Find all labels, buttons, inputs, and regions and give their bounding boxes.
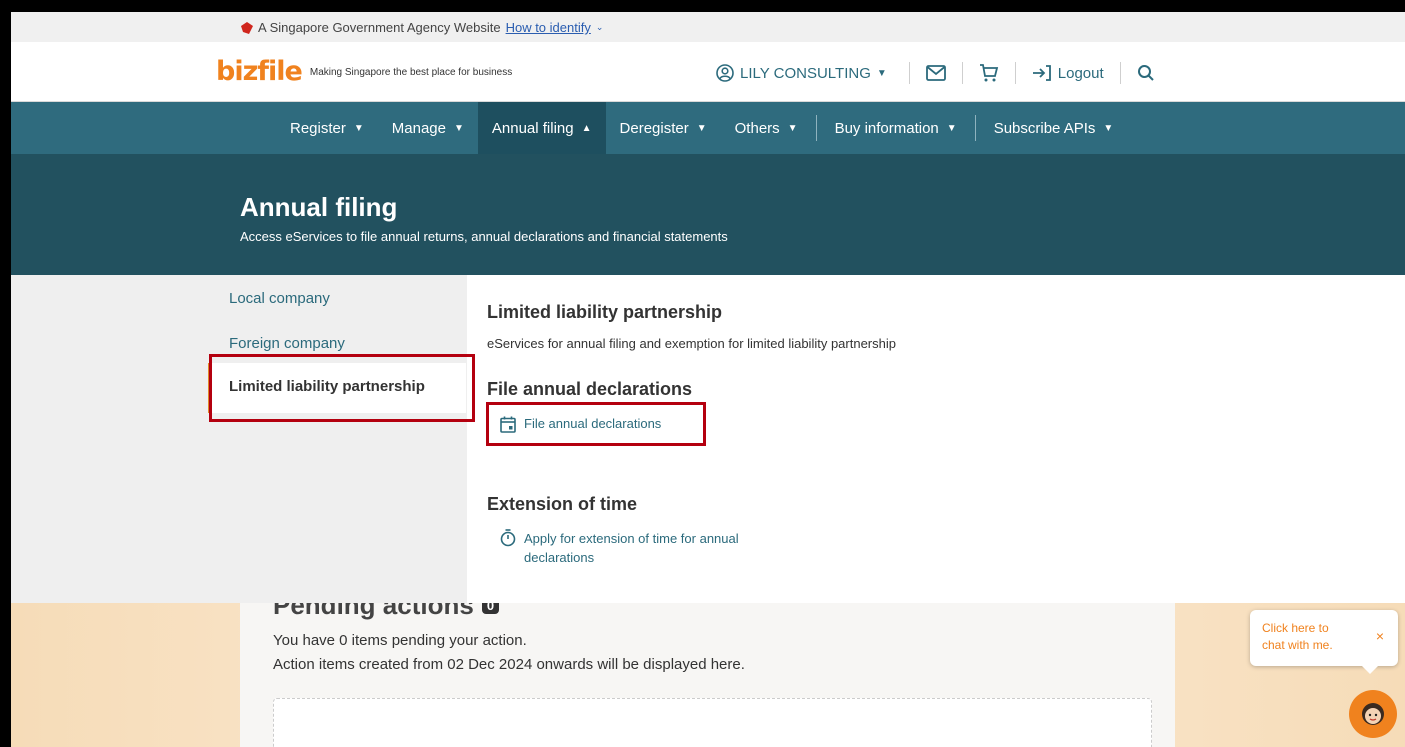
site-header: bizfile Making Singapore the best place … [11, 42, 1405, 102]
nav-manage-label: Manage [391, 119, 446, 137]
search-icon [1137, 65, 1154, 81]
nav-annual-filing[interactable]: Annual filing ▲ [477, 102, 606, 154]
bizfile-logo[interactable]: bizfile Making Singapore the best place … [216, 56, 513, 87]
stopwatch-icon [500, 529, 516, 547]
page-subtitle: Access eServices to file annual returns,… [240, 229, 728, 244]
extension-of-time-label: Apply for extension of time for annual d… [524, 529, 739, 567]
extension-of-time-label-line1: Apply for extension of time for annual [524, 531, 739, 546]
nav-others-label: Others [734, 119, 780, 137]
chevron-down-icon[interactable]: ⌄ [596, 22, 604, 33]
logo-tagline: Making Singapore the best place for busi… [309, 66, 513, 78]
caret-down-icon: ▼ [946, 122, 957, 134]
nav-subscribe-apis-label: Subscribe APIs [993, 119, 1096, 137]
close-icon[interactable]: × [1376, 628, 1384, 644]
nav-deregister[interactable]: Deregister ▼ [606, 102, 721, 154]
screen-frame-left [0, 0, 11, 747]
nav-buy-information-label: Buy information [834, 119, 939, 137]
nav-manage[interactable]: Manage ▼ [378, 102, 478, 154]
logout-button[interactable]: Logout [1032, 65, 1104, 82]
account-name: LILY CONSULTING [740, 64, 871, 82]
content-description: eServices for annual filing and exemptio… [487, 336, 896, 351]
nav-buy-information[interactable]: Buy information ▼ [821, 102, 971, 154]
nav-deregister-label: Deregister [619, 119, 689, 137]
screen-frame-top [0, 0, 1405, 12]
pending-text-line1: You have 0 items pending your action. [273, 632, 527, 649]
chatbot-face-icon [1362, 703, 1384, 725]
logo-wordmark: bizfile [216, 56, 303, 87]
logout-icon [1032, 65, 1051, 81]
nav-subscribe-apis[interactable]: Subscribe APIs ▼ [980, 102, 1128, 154]
user-circle-icon [716, 64, 734, 82]
extension-of-time-link[interactable]: Apply for extension of time for annual d… [500, 529, 739, 567]
page-title: Annual filing [240, 192, 398, 222]
chat-bubble-text-line2: chat with me. [1262, 638, 1333, 652]
chat-bubble-text: Click here to chat with me. [1262, 620, 1362, 654]
chat-bubble-text-line1: Click here to [1262, 621, 1329, 635]
nav-others[interactable]: Others ▼ [721, 102, 812, 154]
caret-down-icon: ▼ [1103, 122, 1114, 134]
account-menu[interactable]: LILY CONSULTING ▼ [716, 64, 887, 82]
chat-bubble[interactable]: Click here to chat with me. × [1250, 610, 1398, 674]
caret-down-icon: ▼ [353, 122, 364, 134]
how-to-identify-link[interactable]: How to identify [506, 20, 591, 35]
pending-empty-box [273, 698, 1152, 747]
gov-masthead-text: A Singapore Government Agency Website [258, 20, 501, 35]
extension-of-time-label-line2: declarations [524, 550, 595, 565]
highlight-box-sidebar [209, 354, 475, 422]
mail-button[interactable] [925, 65, 946, 81]
cart-button[interactable] [979, 63, 999, 83]
singapore-lion-icon [241, 21, 253, 34]
highlight-box-file-link [486, 402, 706, 446]
mega-menu-sidebar [11, 275, 467, 603]
section-extension-of-time-title: Extension of time [487, 494, 638, 514]
mega-menu-hero: Annual filing Access eServices to file a… [11, 154, 1405, 275]
nav-register-label: Register [290, 119, 346, 137]
caret-down-icon: ▼ [787, 122, 798, 134]
nav-annual-filing-label: Annual filing [491, 119, 574, 137]
sidebar-item-foreign-company[interactable]: Foreign company [229, 335, 345, 352]
section-file-annual-declarations-title: File annual declarations [487, 379, 693, 399]
chatbot-avatar[interactable] [1349, 690, 1397, 738]
logout-label: Logout [1057, 64, 1104, 82]
nav-register[interactable]: Register ▼ [276, 102, 378, 154]
search-button[interactable] [1137, 64, 1155, 82]
caret-down-icon: ▼ [696, 122, 707, 134]
mail-icon [925, 65, 946, 81]
gov-masthead: A Singapore Government Agency Website Ho… [11, 12, 1405, 42]
cart-icon [979, 64, 998, 82]
pending-text-line2: Action items created from 02 Dec 2024 on… [273, 656, 745, 673]
content-title: Limited liability partnership [487, 302, 723, 322]
sidebar-item-local-company[interactable]: Local company [229, 290, 330, 307]
caret-up-icon: ▲ [581, 122, 592, 134]
caret-down-icon: ▼ [453, 122, 464, 134]
caret-down-icon: ▼ [876, 67, 887, 79]
main-nav: Register ▼ Manage ▼ Annual filing ▲ Deregis… [11, 102, 1405, 154]
